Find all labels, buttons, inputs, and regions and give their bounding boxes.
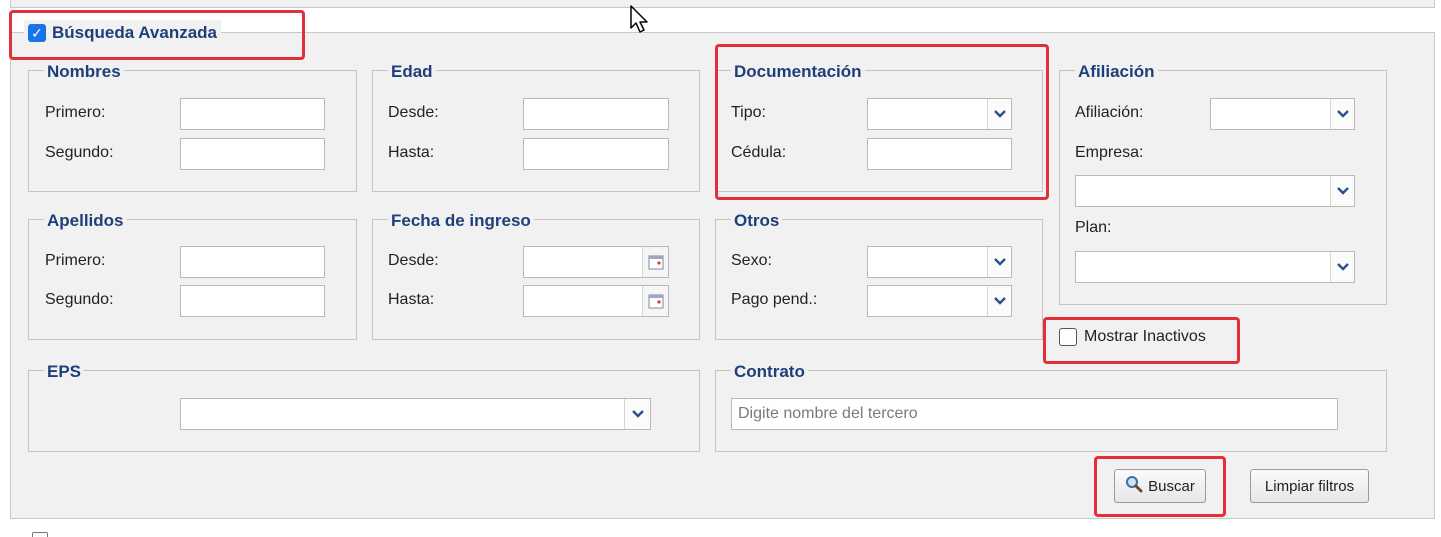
mouse-pointer-icon (629, 4, 651, 39)
calendar-icon[interactable] (642, 247, 668, 277)
edad-from-input[interactable] (523, 98, 669, 130)
apellidos-fieldset (28, 219, 357, 340)
show-inactive-highlight (1043, 317, 1240, 364)
edad-from-label: Desde: (388, 104, 439, 121)
fecha-ingreso-fieldset (372, 219, 700, 340)
edad-to-label: Hasta: (388, 144, 435, 161)
eps-title: EPS (44, 362, 85, 382)
apellidos-first-label: Primero: (45, 252, 106, 269)
afiliacion-company-label: Empresa: (1075, 144, 1144, 161)
clear-filters-button[interactable]: Limpiar filtros (1250, 469, 1369, 503)
afiliacion-plan-label: Plan: (1075, 219, 1112, 236)
bottom-checkbox[interactable] (32, 532, 48, 537)
apellidos-second-input[interactable] (180, 285, 325, 317)
nombres-first-input[interactable] (180, 98, 325, 130)
afiliacion-company-select[interactable] (1075, 175, 1355, 207)
edad-to-input[interactable] (523, 138, 669, 170)
otros-pending-label: Pago pend.: (731, 291, 818, 308)
calendar-icon[interactable] (642, 286, 668, 316)
nombres-first-label: Primero: (45, 104, 106, 121)
edad-fieldset (372, 70, 700, 192)
chevron-down-icon[interactable] (1330, 99, 1354, 129)
otros-pending-select[interactable] (867, 285, 1012, 317)
fecha-ingreso-to-input[interactable] (523, 285, 669, 317)
chevron-down-icon[interactable] (987, 286, 1011, 316)
afiliacion-plan-select[interactable] (1075, 251, 1355, 283)
afiliacion-affiliation-label: Afiliación: (1075, 104, 1144, 121)
clear-filters-label: Limpiar filtros (1264, 477, 1355, 495)
nombres-second-label: Segundo: (45, 144, 114, 161)
fecha-ingreso-title: Fecha de ingreso (388, 211, 534, 231)
chevron-down-icon[interactable] (624, 399, 650, 429)
otros-fieldset (715, 219, 1043, 340)
fecha-ingreso-from-input[interactable] (523, 246, 669, 278)
advanced-search-highlight (9, 10, 305, 60)
top-panel-edge (10, 0, 1435, 8)
afiliacion-title: Afiliación (1075, 62, 1158, 82)
chevron-down-icon[interactable] (1330, 252, 1354, 282)
contrato-placeholder: Digite nombre del tercero (738, 405, 918, 422)
nombres-title: Nombres (44, 62, 124, 82)
contrato-title: Contrato (731, 362, 808, 382)
apellidos-title: Apellidos (44, 211, 127, 231)
apellidos-second-label: Segundo: (45, 291, 114, 308)
nombres-second-input[interactable] (180, 138, 325, 170)
search-button-highlight (1094, 456, 1226, 517)
apellidos-first-input[interactable] (180, 246, 325, 278)
edad-title: Edad (388, 62, 436, 82)
eps-select[interactable] (180, 398, 651, 430)
otros-sex-select[interactable] (867, 246, 1012, 278)
nombres-fieldset (28, 70, 357, 192)
chevron-down-icon[interactable] (1330, 176, 1354, 206)
fecha-ingreso-from-label: Desde: (388, 252, 439, 269)
fecha-ingreso-to-label: Hasta: (388, 291, 435, 308)
chevron-down-icon[interactable] (987, 247, 1011, 277)
afiliacion-affiliation-select[interactable] (1210, 98, 1355, 130)
otros-title: Otros (731, 211, 783, 231)
contrato-input[interactable]: Digite nombre del tercero (731, 398, 1338, 430)
documentacion-highlight (715, 44, 1049, 200)
otros-sex-label: Sexo: (731, 252, 772, 269)
